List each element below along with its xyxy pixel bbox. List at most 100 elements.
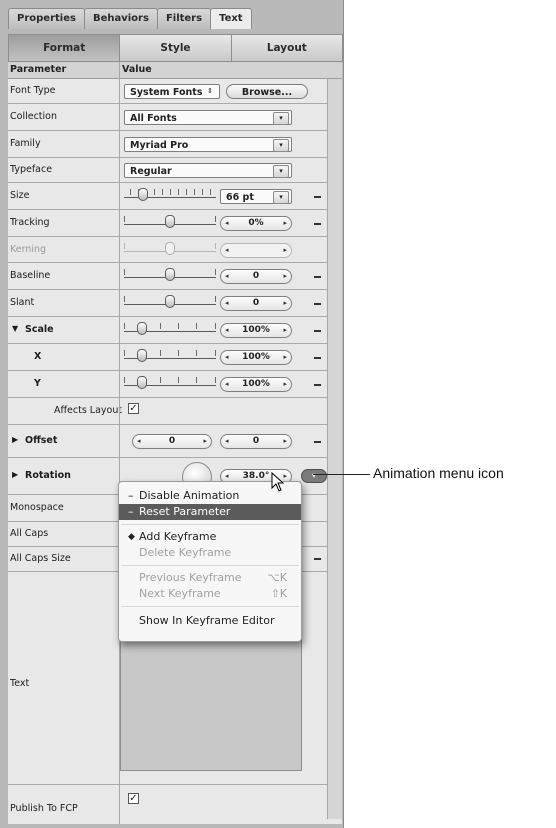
- scale-y-slider[interactable]: [124, 374, 216, 390]
- disclosure-closed-icon[interactable]: ▶: [12, 435, 18, 444]
- decrement-arrow-icon[interactable]: ◂: [225, 351, 229, 364]
- decrement-arrow-icon[interactable]: ◂: [225, 435, 229, 448]
- animation-menu-icon[interactable]: [314, 330, 321, 332]
- animation-menu-icon[interactable]: [314, 441, 321, 443]
- row-label: All Caps: [10, 528, 49, 539]
- slider-knob[interactable]: [137, 376, 147, 389]
- segment-style[interactable]: Style: [119, 34, 232, 62]
- tab-filters[interactable]: Filters: [156, 8, 212, 29]
- menu-item-show-in-keyframe-editor[interactable]: Show In Keyframe Editor: [119, 613, 301, 629]
- animation-menu-icon[interactable]: [314, 223, 321, 225]
- tab-behaviors[interactable]: Behaviors: [83, 8, 158, 29]
- inspector-tabs: Properties Behaviors Filters Text: [8, 8, 252, 30]
- animation-menu-icon[interactable]: [314, 357, 321, 359]
- tracking-slider[interactable]: [124, 213, 216, 229]
- field-value: 0: [252, 436, 260, 446]
- family-popup[interactable]: Myriad Pro ▾: [124, 137, 292, 152]
- animation-menu-icon[interactable]: [314, 558, 321, 560]
- increment-arrow-icon[interactable]: ▸: [283, 297, 287, 310]
- increment-arrow-icon[interactable]: ▸: [283, 435, 287, 448]
- decrement-arrow-icon[interactable]: ◂: [225, 324, 229, 337]
- row-size: Size 66 pt ▾: [8, 183, 342, 210]
- menu-separator: [121, 524, 299, 525]
- menu-item-label: Previous Keyframe: [139, 571, 242, 584]
- baseline-field[interactable]: ◂ 0 ▸: [220, 269, 292, 284]
- tracking-field[interactable]: ◂ 0% ▸: [220, 216, 292, 231]
- offset-y-field[interactable]: ◂ 0 ▸: [220, 434, 292, 449]
- row-label: Family: [10, 138, 41, 149]
- scale-field[interactable]: ◂ 100% ▸: [220, 323, 292, 338]
- slider-knob[interactable]: [165, 215, 175, 228]
- segment-layout[interactable]: Layout: [230, 34, 343, 62]
- field-value: 100%: [242, 352, 270, 362]
- increment-arrow-icon[interactable]: ▸: [283, 270, 287, 283]
- row-scale-y: Y ◂ 100% ▸: [8, 371, 342, 398]
- scale-y-field[interactable]: ◂ 100% ▸: [220, 377, 292, 392]
- slant-slider[interactable]: [124, 293, 216, 309]
- slider-knob[interactable]: [165, 295, 175, 308]
- decrement-arrow-icon[interactable]: ◂: [225, 297, 229, 310]
- kerning-slider: [124, 240, 216, 256]
- row-tracking: Tracking ◂ 0% ▸: [8, 210, 342, 237]
- shortcut-label: ⌥K: [267, 571, 287, 584]
- segment-format[interactable]: Format: [8, 34, 121, 62]
- row-label: X: [34, 351, 42, 362]
- affects-layout-checkbox[interactable]: ✓: [128, 403, 139, 414]
- offset-x-field[interactable]: ◂ 0 ▸: [132, 434, 212, 449]
- typeface-popup[interactable]: Regular ▾: [124, 163, 292, 178]
- row-label: Baseline: [10, 270, 51, 281]
- scale-x-field[interactable]: ◂ 100% ▸: [220, 350, 292, 365]
- scale-slider[interactable]: [124, 320, 216, 336]
- increment-arrow-icon[interactable]: ▸: [283, 378, 287, 391]
- mouse-cursor-icon: [271, 472, 285, 492]
- browse-button[interactable]: Browse...: [226, 84, 308, 99]
- increment-arrow-icon[interactable]: ▸: [203, 435, 207, 448]
- menu-item-reset-parameter[interactable]: – Reset Parameter: [119, 504, 301, 520]
- slider-knob[interactable]: [137, 322, 147, 335]
- decrement-arrow-icon[interactable]: ◂: [137, 435, 141, 448]
- disclosure-closed-icon[interactable]: ▶: [12, 470, 18, 479]
- value-column-header: Value: [122, 64, 152, 75]
- decrement-arrow-icon[interactable]: ◂: [225, 270, 229, 283]
- row-collection: Collection All Fonts ▾: [8, 104, 342, 131]
- publish-checkbox[interactable]: ✓: [128, 793, 139, 804]
- size-slider[interactable]: [124, 186, 216, 202]
- increment-arrow-icon[interactable]: ▸: [283, 324, 287, 337]
- slant-field[interactable]: ◂ 0 ▸: [220, 296, 292, 311]
- row-typeface: Typeface Regular ▾: [8, 158, 342, 183]
- animation-menu-icon[interactable]: [314, 196, 321, 198]
- animation-menu-icon[interactable]: [314, 303, 321, 305]
- increment-arrow-icon[interactable]: ▸: [283, 217, 287, 230]
- collection-popup[interactable]: All Fonts ▾: [124, 110, 292, 125]
- tab-properties[interactable]: Properties: [8, 8, 85, 29]
- slider-knob[interactable]: [165, 268, 175, 281]
- slider-knob[interactable]: [138, 188, 148, 201]
- tab-text[interactable]: Text: [210, 8, 252, 29]
- chevron-down-icon: ▾: [273, 139, 289, 152]
- size-field[interactable]: 66 pt ▾: [220, 189, 292, 204]
- chevron-down-icon: ▾: [273, 165, 289, 178]
- row-offset: ▶ Offset ◂ 0 ▸ ◂ 0 ▸: [8, 425, 342, 458]
- slider-knob[interactable]: [137, 349, 147, 362]
- animation-menu-icon[interactable]: ▾: [301, 469, 327, 483]
- updown-arrow-icon: ⇕: [207, 87, 213, 95]
- animation-menu-icon[interactable]: [314, 276, 321, 278]
- menu-item-next-keyframe: Next Keyframe ⇧K: [119, 586, 301, 602]
- disclosure-open-icon[interactable]: ▼: [12, 324, 18, 333]
- scale-x-slider[interactable]: [124, 347, 216, 363]
- shortcut-label: ⇧K: [270, 587, 287, 600]
- vertical-scrollbar[interactable]: [327, 79, 342, 819]
- increment-arrow-icon[interactable]: ▸: [283, 351, 287, 364]
- menu-item-add-keyframe[interactable]: ◆ Add Keyframe: [119, 529, 301, 545]
- baseline-slider[interactable]: [124, 266, 216, 282]
- text-pane-segments: Format Style Layout: [8, 34, 343, 62]
- animation-menu-icon[interactable]: [314, 384, 321, 386]
- popup-value: Regular: [130, 166, 172, 177]
- table-header: Parameter Value: [8, 62, 342, 79]
- font-type-popup[interactable]: System Fonts ⇕: [124, 84, 220, 99]
- decrement-arrow-icon[interactable]: ◂: [225, 378, 229, 391]
- row-family: Family Myriad Pro ▾: [8, 131, 342, 158]
- row-slant: Slant ◂ 0 ▸: [8, 290, 342, 317]
- decrement-arrow-icon[interactable]: ◂: [225, 217, 229, 230]
- menu-item-label: Delete Keyframe: [139, 546, 232, 559]
